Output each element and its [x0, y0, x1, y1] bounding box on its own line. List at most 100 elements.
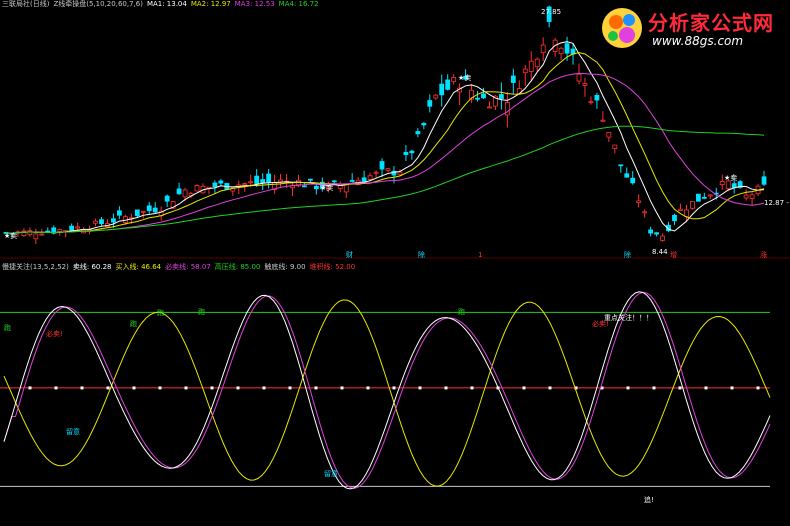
candle-body	[451, 77, 457, 82]
level-dot	[756, 386, 760, 390]
candle-body	[564, 43, 570, 54]
osc-magenta-line	[3, 291, 771, 489]
level-dot	[314, 386, 318, 390]
price-annotation: 27.85	[541, 8, 561, 16]
candle-body	[397, 171, 403, 176]
candle-body	[731, 183, 737, 189]
candle-body	[540, 44, 546, 54]
level-dot	[366, 386, 370, 390]
candle-body	[367, 175, 373, 180]
level-dot	[548, 386, 552, 390]
osc-label: 跑	[198, 307, 205, 316]
candle-body	[445, 79, 451, 90]
candle-body	[140, 210, 146, 213]
candle-body	[499, 94, 504, 100]
candle-body	[701, 196, 707, 199]
candle-body	[33, 233, 39, 240]
candle-body	[57, 229, 63, 232]
candle-body	[636, 200, 642, 203]
price-annotation: 8.44	[652, 248, 668, 256]
candle-body	[522, 68, 528, 74]
candle-body	[576, 73, 582, 82]
candle-body	[361, 177, 367, 182]
candle-body	[678, 208, 683, 211]
level-dot	[626, 386, 630, 390]
candle-body	[582, 83, 588, 86]
level-dot	[730, 386, 734, 390]
price-legend: 三联局社(日线) Z线牵操盘(5,10,20,60,7,6) MA1: 13.04 M…	[2, 0, 323, 9]
candle-body	[75, 226, 81, 229]
candle-body	[93, 220, 98, 224]
candle-body	[182, 189, 188, 198]
candle-body	[242, 183, 248, 186]
candle-body	[534, 58, 540, 68]
candle-body	[594, 94, 600, 101]
ma2-line	[6, 52, 765, 234]
candle-body	[99, 219, 104, 225]
osc-label: 留意	[66, 427, 80, 436]
price-annotation: ★卖	[724, 174, 737, 182]
candle-body	[504, 102, 510, 116]
candle-body	[695, 193, 701, 202]
candle-body	[266, 173, 272, 183]
indicator-legend-item: 堆积线: 52.00	[309, 263, 356, 271]
price-legend-item: MA3: 12.53	[234, 0, 275, 8]
candle-body	[719, 181, 725, 186]
candle-body	[707, 194, 713, 197]
candle-body	[684, 209, 689, 217]
level-dot	[678, 386, 682, 390]
candle-body	[624, 173, 630, 178]
level-dot	[340, 386, 344, 390]
candle-body	[761, 176, 767, 185]
price-annotation: ★卖	[458, 74, 471, 82]
price-legend-item: MA1: 13.04	[146, 0, 187, 8]
price-annotation: 财	[346, 250, 353, 259]
price-legend-item: 三联局社(日线)	[2, 0, 50, 8]
indicator-legend-item: 高压线: 85.00	[214, 263, 261, 271]
price-annotation: ★卖	[4, 232, 17, 240]
candle-body	[308, 178, 313, 181]
watermark: 分析家公式网 www.88gs.com	[596, 4, 784, 56]
candle-body	[648, 229, 654, 234]
candle-body	[421, 123, 427, 126]
osc-label: 跑	[157, 308, 164, 317]
price-annotation: ★卖	[320, 184, 333, 192]
level-dot	[262, 386, 266, 390]
level-dot	[132, 386, 136, 390]
level-dot	[392, 386, 396, 390]
level-dot	[106, 386, 110, 390]
indicator-legend-item: 买入线: 46.64	[115, 263, 162, 271]
osc-label: 跑	[130, 319, 137, 328]
candle-body	[725, 180, 731, 190]
ma1-line	[6, 41, 765, 234]
candle-body	[528, 60, 534, 72]
candle-body	[117, 210, 122, 216]
candle-body	[313, 185, 319, 190]
candle-body	[672, 214, 677, 222]
level-dot	[28, 386, 32, 390]
osc-white-line	[3, 291, 771, 490]
candle-body	[427, 100, 433, 107]
watermark-title: 分析家公式网	[648, 11, 774, 35]
level-dot	[288, 386, 292, 390]
candle-body	[588, 101, 594, 104]
price-annotation: 12.87 - 1	[764, 199, 790, 207]
osc-label: 跑	[458, 307, 465, 316]
candle-body	[654, 232, 659, 235]
candle-body	[630, 177, 636, 184]
candle-body	[618, 164, 624, 167]
candle-body	[343, 183, 349, 193]
candle-body	[487, 106, 492, 109]
osc-label: 必卖!	[46, 329, 63, 338]
candle-body	[439, 83, 445, 96]
level-dot	[418, 386, 422, 390]
level-dot	[184, 386, 188, 390]
candle-body	[409, 150, 415, 154]
candle-body	[212, 182, 218, 188]
price-annotation: 涨	[760, 250, 767, 259]
candle-body	[600, 119, 606, 122]
candle-body	[260, 179, 266, 184]
price-annotation: 除	[624, 250, 631, 259]
chart-stage: 27.858.4412.87 - 1★卖★卖★卖★卖财除1除增涨 跑跑跑跑跑必卖…	[0, 0, 790, 522]
indicator-legend-item: 卖线: 60.28	[72, 263, 112, 271]
